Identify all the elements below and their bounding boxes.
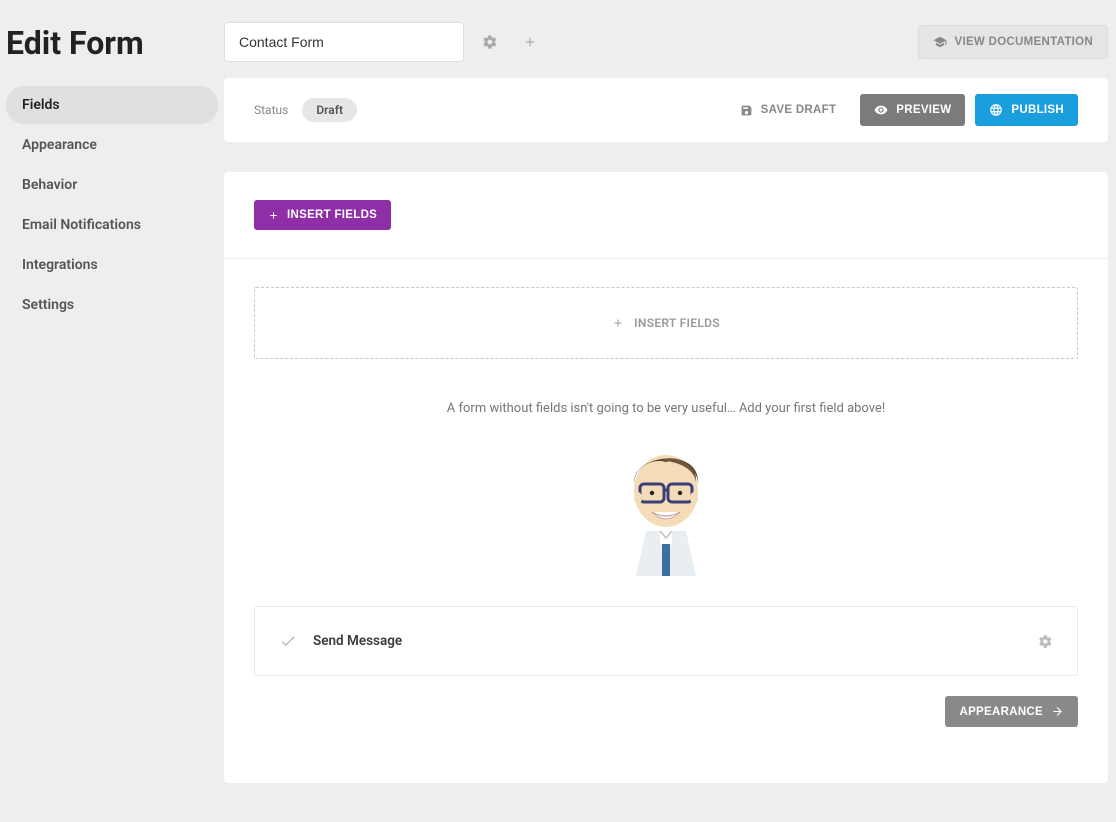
publish-label: PUBLISH	[1011, 104, 1064, 116]
gear-icon[interactable]	[1038, 634, 1053, 649]
topbar: VIEW DOCUMENTATION	[224, 0, 1108, 78]
graduation-cap-icon	[933, 35, 947, 49]
globe-icon	[989, 103, 1003, 117]
preview-button[interactable]: PREVIEW	[860, 94, 965, 126]
plus-icon[interactable]	[516, 28, 544, 56]
page-title: Edit Form	[6, 24, 218, 62]
sidebar-item-appearance[interactable]: Appearance	[6, 126, 218, 164]
eye-icon	[874, 103, 888, 117]
save-draft-label: SAVE DRAFT	[761, 104, 837, 116]
fields-panel: INSERT FIELDS INSERT FIELDS A form witho…	[224, 172, 1108, 783]
view-documentation-button[interactable]: VIEW DOCUMENTATION	[918, 25, 1109, 59]
insert-fields-label: INSERT FIELDS	[287, 209, 377, 221]
sidebar-item-integrations[interactable]: Integrations	[6, 246, 218, 284]
status-badge: Draft	[302, 98, 357, 122]
sidebar: Fields Appearance Behavior Email Notific…	[6, 86, 218, 324]
next-button-label: APPEARANCE	[959, 706, 1043, 718]
submit-button-label: Send Message	[313, 633, 402, 649]
arrow-right-icon	[1051, 705, 1064, 718]
plus-icon	[268, 210, 279, 221]
sidebar-item-settings[interactable]: Settings	[6, 286, 218, 324]
next-appearance-button[interactable]: APPEARANCE	[945, 696, 1078, 727]
sidebar-item-fields[interactable]: Fields	[6, 86, 218, 124]
plus-icon	[612, 317, 624, 329]
submit-button-row[interactable]: Send Message	[254, 606, 1078, 676]
preview-label: PREVIEW	[896, 104, 951, 116]
save-icon	[740, 104, 753, 117]
status-label: Status	[254, 103, 288, 117]
view-documentation-label: VIEW DOCUMENTATION	[955, 36, 1094, 48]
check-icon	[279, 632, 297, 650]
save-draft-button[interactable]: SAVE DRAFT	[726, 95, 851, 126]
empty-state-message: A form without fields isn't going to be …	[224, 401, 1108, 416]
status-panel: Status Draft SAVE DRAFT PREVIEW	[224, 78, 1108, 142]
insert-fields-button[interactable]: INSERT FIELDS	[254, 200, 391, 230]
publish-button[interactable]: PUBLISH	[975, 94, 1078, 126]
gear-icon[interactable]	[476, 28, 504, 56]
form-title-input[interactable]	[224, 22, 464, 62]
insert-fields-dropzone[interactable]: INSERT FIELDS	[254, 287, 1078, 359]
sidebar-item-behavior[interactable]: Behavior	[6, 166, 218, 204]
dropzone-label: INSERT FIELDS	[634, 316, 720, 330]
mascot-illustration	[224, 436, 1108, 576]
sidebar-item-email-notifications[interactable]: Email Notifications	[6, 206, 218, 244]
